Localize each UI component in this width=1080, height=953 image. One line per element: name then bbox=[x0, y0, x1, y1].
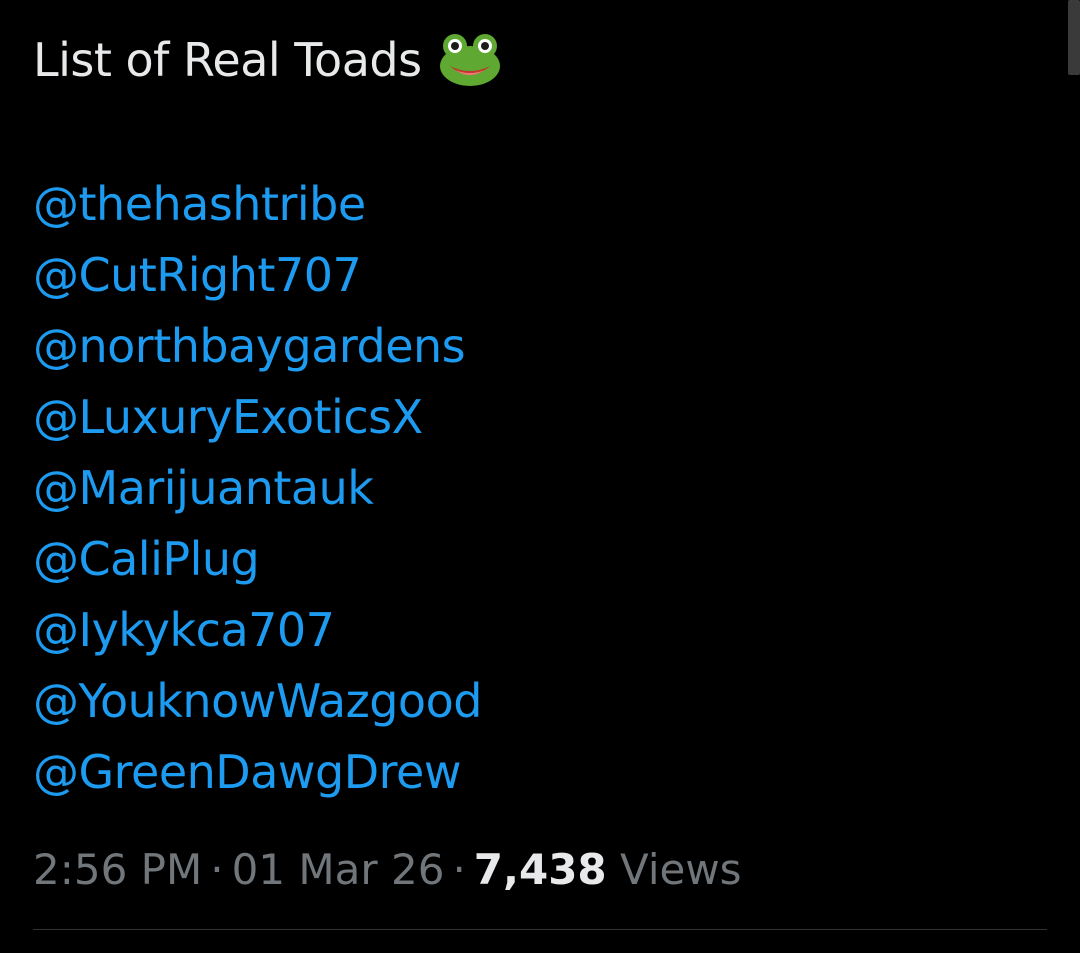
mention-link[interactable]: @Iykykca707 bbox=[33, 595, 1043, 666]
views-label[interactable]: Views bbox=[620, 845, 742, 894]
mention-link[interactable]: @LuxuryExoticsX bbox=[33, 382, 1043, 453]
frog-emoji-icon bbox=[439, 34, 500, 86]
tweet-date[interactable]: 01 Mar 26 bbox=[232, 845, 445, 894]
mention-link[interactable]: @thehashtribe bbox=[33, 169, 1043, 240]
mention-link[interactable]: @Marijuantauk bbox=[33, 453, 1043, 524]
tweet-title: List of Real Toads bbox=[33, 33, 422, 87]
tweet-meta: 2:56 PM · 01 Mar 26 · 7,438 Views bbox=[33, 840, 742, 900]
divider bbox=[33, 929, 1047, 930]
mention-link[interactable]: @YouknowWazgood bbox=[33, 666, 1043, 737]
views-count[interactable]: 7,438 bbox=[474, 845, 607, 894]
tweet-time[interactable]: 2:56 PM bbox=[33, 845, 202, 894]
tweet-text: List of Real Toads @thehashtribe @CutRig… bbox=[33, 28, 1043, 808]
meta-separator: · bbox=[210, 845, 224, 894]
mention-list: @thehashtribe @CutRight707 @northbaygard… bbox=[33, 169, 1043, 808]
mention-link[interactable]: @northbaygardens bbox=[33, 311, 1043, 382]
mention-link[interactable]: @CutRight707 bbox=[33, 240, 1043, 311]
meta-separator: · bbox=[452, 845, 466, 894]
mention-link[interactable]: @CaliPlug bbox=[33, 524, 1043, 595]
mention-link[interactable]: @GreenDawgDrew bbox=[33, 737, 1043, 808]
tweet-body: List of Real Toads @thehashtribe @CutRig… bbox=[33, 28, 1043, 808]
tweet-title-line: List of Real Toads bbox=[33, 28, 1043, 92]
scrollbar[interactable] bbox=[1068, 0, 1080, 75]
